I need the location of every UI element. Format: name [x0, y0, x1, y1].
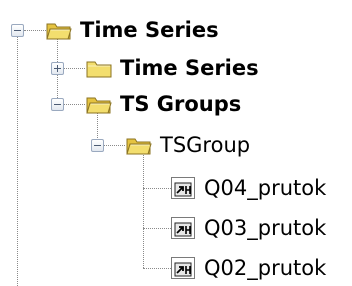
tree-line-ts-groups-h: [63, 104, 85, 105]
open-folder-icon: [126, 138, 152, 155]
tree-node-label: TS Groups: [120, 92, 242, 116]
tree-node-tsgroup[interactable]: TSGroup: [126, 128, 250, 162]
tree-node-label: Time Series: [80, 18, 219, 42]
time-series-shortcut-icon: [171, 177, 195, 199]
tree-leaf-q02-prutok[interactable]: Q02_prutok: [171, 251, 326, 285]
open-folder-icon: [86, 97, 112, 114]
tree-line-root: [17, 37, 18, 286]
folder-icon: [86, 61, 112, 78]
time-series-tree: Time Series Time Series TS Groups TSGrou…: [0, 0, 352, 286]
tree-node-label: Time Series: [120, 56, 259, 80]
collapse-minus-icon[interactable]: [51, 98, 64, 111]
tree-node-time-series-root[interactable]: Time Series: [46, 13, 219, 47]
time-series-shortcut-icon: [171, 217, 195, 239]
tree-line-level3: [143, 153, 144, 268]
tree-line-leaf-3-h: [143, 268, 171, 269]
tree-line-leaf-2-h: [143, 228, 171, 229]
open-folder-icon: [46, 23, 72, 40]
time-series-shortcut-icon: [171, 257, 195, 279]
tree-node-ts-groups[interactable]: TS Groups: [86, 87, 241, 121]
tree-line-tsgroup-h: [103, 145, 125, 146]
tree-node-time-series-child[interactable]: Time Series: [86, 51, 259, 85]
tree-leaf-label: Q02_prutok: [204, 256, 327, 280]
collapse-minus-icon[interactable]: [91, 139, 104, 152]
expand-plus-icon[interactable]: [51, 62, 64, 75]
tree-node-label: TSGroup: [160, 133, 251, 157]
collapse-minus-icon[interactable]: [11, 24, 24, 37]
tree-leaf-q03-prutok[interactable]: Q03_prutok: [171, 211, 326, 245]
tree-leaf-label: Q04_prutok: [204, 176, 327, 200]
tree-leaf-label: Q03_prutok: [204, 216, 327, 240]
tree-leaf-q04-prutok[interactable]: Q04_prutok: [171, 171, 326, 205]
tree-line-root-h: [24, 30, 46, 31]
tree-line-time-series-child-h: [63, 68, 85, 69]
tree-line-leaf-1-h: [143, 188, 171, 189]
